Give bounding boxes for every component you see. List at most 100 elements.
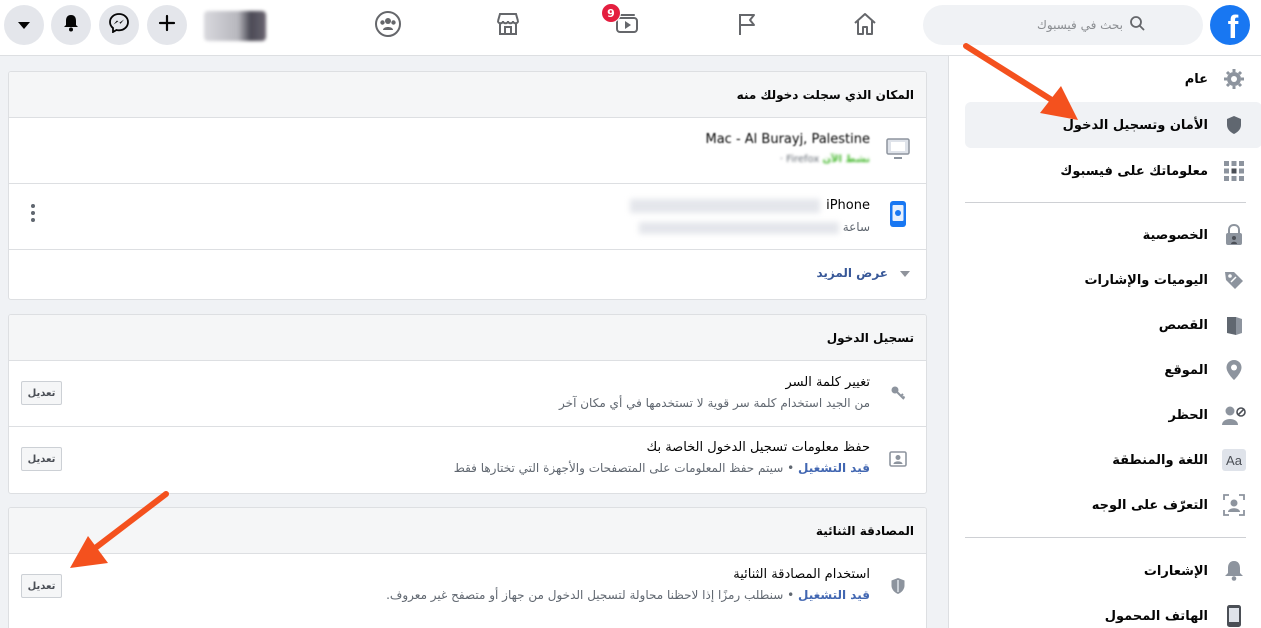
groups-icon xyxy=(374,10,402,42)
change-password-row[interactable]: تغيير كلمة السر من الجيد استخدام كلمة سر… xyxy=(9,361,926,427)
edit-two-factor-button[interactable]: تعديل xyxy=(21,574,62,598)
sidebar-item-label: الموقع xyxy=(1164,362,1208,378)
home-nav-button[interactable] xyxy=(847,8,883,44)
home-icon xyxy=(851,10,879,42)
bell-icon xyxy=(1222,559,1246,583)
sidebar-item-timeline-tagging[interactable]: اليوميات والإشارات xyxy=(965,257,1261,303)
sidebar-item-label: التعرّف على الوجه xyxy=(1091,497,1208,513)
see-more-link[interactable]: عرض المزيد xyxy=(816,266,888,280)
grid-icon xyxy=(1222,159,1246,183)
card-title: المكان الذي سجلت دخولك منه xyxy=(736,87,914,102)
account-menu-button[interactable] xyxy=(4,5,44,45)
shield-icon xyxy=(886,574,910,598)
svg-text:Aa: Aa xyxy=(1226,453,1243,468)
row-description: سيتم حفظ المعلومات على المتصفحات والأجهز… xyxy=(453,461,784,475)
contact-card-icon xyxy=(886,447,910,471)
sidebar-item-stories[interactable]: القصص xyxy=(965,302,1261,348)
caret-down-icon xyxy=(17,16,31,35)
tag-icon xyxy=(1222,268,1246,292)
sidebar-item-general[interactable]: عام xyxy=(965,56,1261,102)
save-login-info-row[interactable]: حفظ معلومات تسجيل الدخول الخاصة بك قيد ا… xyxy=(9,427,926,493)
notifications-button[interactable] xyxy=(51,5,91,45)
row-title: حفظ معلومات تسجيل الدخول الخاصة بك xyxy=(646,440,870,455)
messenger-icon xyxy=(109,13,129,37)
shield-icon xyxy=(1222,113,1246,137)
sidebar-item-label: الهاتف المحمول xyxy=(1104,608,1208,624)
bullet-separator: • xyxy=(783,461,795,475)
language-aa-icon: Aa xyxy=(1222,448,1246,472)
watch-notification-badge: 9 xyxy=(601,3,621,23)
status-on-label: قيد التشغيل xyxy=(798,461,870,475)
sidebar-item-label: الأمان وتسجيل الدخول xyxy=(1062,117,1208,133)
session-device-label: iPhone xyxy=(826,198,870,213)
card-title: المصادقة الثنائية xyxy=(815,523,914,538)
where-logged-in-card: المكان الذي سجلت دخولك منه Mac - Al Bura… xyxy=(8,71,927,300)
search-input[interactable] xyxy=(923,18,1123,32)
card-header: المصادقة الثنائية xyxy=(9,508,926,554)
sidebar-divider xyxy=(965,202,1246,203)
row-description: سنطلب رمزًا إذا لاحظنا محاولة لتسجيل الد… xyxy=(386,588,784,602)
top-navigation-bar: 9 f xyxy=(0,0,1261,56)
sidebar-item-label: الإشعارات xyxy=(1143,563,1208,579)
sidebar-item-language-region[interactable]: اللغة والمنطقة Aa xyxy=(965,437,1261,483)
sidebar-item-label: معلوماتك على فيسبوك xyxy=(1060,163,1208,179)
row-subtitle: قيد التشغيل • سنطلب رمزًا إذا لاحظنا محا… xyxy=(386,588,870,602)
messenger-button[interactable] xyxy=(99,5,139,45)
sidebar-item-label: اليوميات والإشارات xyxy=(1084,272,1208,288)
see-more-row[interactable]: عرض المزيد xyxy=(9,250,926,298)
sidebar-item-face-recognition[interactable]: التعرّف على الوجه xyxy=(965,482,1261,528)
sidebar-item-location[interactable]: الموقع xyxy=(965,347,1261,393)
sidebar-divider xyxy=(965,537,1246,538)
create-icon xyxy=(158,14,176,36)
groups-nav-button[interactable] xyxy=(370,8,406,44)
lock-icon xyxy=(1222,223,1246,247)
search-bar[interactable] xyxy=(923,5,1203,45)
marketplace-nav-button[interactable] xyxy=(490,8,526,44)
pages-nav-button[interactable] xyxy=(728,8,764,44)
session-row[interactable]: iPhone ساعة xyxy=(9,184,926,250)
edit-save-login-button[interactable]: تعديل xyxy=(21,447,62,471)
facebook-logo[interactable]: f xyxy=(1210,5,1250,45)
session-row[interactable]: Mac - Al Burayj, Palestine نشط الآن Fire… xyxy=(9,118,926,184)
row-subtitle: قيد التشغيل • سيتم حفظ المعلومات على الم… xyxy=(454,461,870,475)
facebook-logo-letter: f xyxy=(1227,9,1239,45)
session-device-name: iPhone xyxy=(629,198,870,213)
sidebar-item-privacy[interactable]: الخصوصية xyxy=(965,212,1261,258)
profile-avatar[interactable] xyxy=(204,11,266,41)
gear-icon xyxy=(1222,67,1246,91)
session-options-button[interactable] xyxy=(31,204,35,225)
session-detail: نشط الآن Firefox · xyxy=(780,154,870,165)
sidebar-item-security[interactable]: الأمان وتسجيل الدخول xyxy=(965,102,1261,148)
session-detail: ساعة xyxy=(638,220,870,234)
sidebar-item-notifications[interactable]: الإشعارات xyxy=(965,548,1261,594)
status-on-label: قيد التشغيل xyxy=(798,588,870,602)
bullet-separator: • xyxy=(783,588,795,602)
card-header: تسجيل الدخول xyxy=(9,315,926,361)
card-header: المكان الذي سجلت دخولك منه xyxy=(9,72,926,118)
pages-flag-icon xyxy=(732,10,760,42)
two-factor-row[interactable]: استخدام المصادقة الثنائية قيد التشغيل • … xyxy=(9,554,926,620)
sidebar-item-label: اللغة والمنطقة xyxy=(1112,452,1208,468)
sidebar-item-label: الحظر xyxy=(1168,407,1208,423)
book-icon xyxy=(1222,313,1246,337)
row-title: استخدام المصادقة الثنائية xyxy=(733,567,870,582)
sidebar-item-mobile[interactable]: الهاتف المحمول xyxy=(965,593,1261,628)
sidebar-item-blocking[interactable]: الحظر xyxy=(965,392,1261,438)
desktop-icon xyxy=(886,136,910,160)
row-subtitle: من الجيد استخدام كلمة سر قوية لا تستخدمه… xyxy=(559,396,870,410)
redacted-text xyxy=(629,198,820,213)
location-pin-icon xyxy=(1222,358,1246,382)
create-button[interactable] xyxy=(147,5,187,45)
notifications-icon xyxy=(62,14,80,36)
sidebar-item-label: الخصوصية xyxy=(1142,227,1208,243)
sidebar-item-your-information[interactable]: معلوماتك على فيسبوك xyxy=(965,148,1261,194)
marketplace-icon xyxy=(494,10,522,42)
sidebar-item-label: القصص xyxy=(1158,317,1208,333)
edit-password-button[interactable]: تعديل xyxy=(21,381,62,405)
settings-sidebar: عام الأمان وتسجيل الدخول معلوماتك على في… xyxy=(948,56,1261,628)
card-title: تسجيل الدخول xyxy=(826,330,914,345)
redacted-text xyxy=(638,221,839,234)
mobile-phone-icon xyxy=(1222,604,1246,628)
session-time: ساعة xyxy=(842,220,870,234)
session-browser: Firefox · xyxy=(779,154,820,165)
